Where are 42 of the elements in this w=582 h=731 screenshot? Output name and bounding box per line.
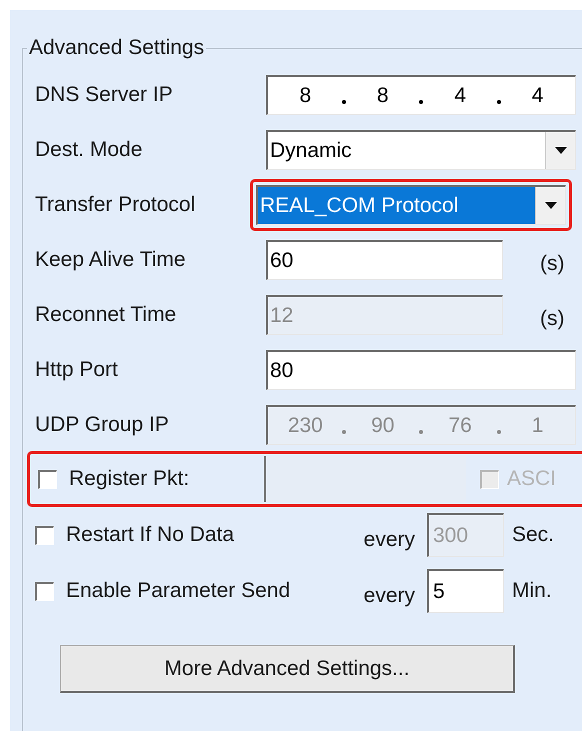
unit-label: Sec.	[512, 522, 554, 548]
option-label: Enable Parameter Send	[66, 578, 290, 604]
dropdown[interactable]: Dynamic	[266, 130, 576, 170]
field-label: DNS Server IP	[35, 82, 174, 108]
ip-octet: 4	[453, 82, 467, 109]
field-label: Reconnet Time	[35, 302, 178, 328]
text-field[interactable]: 80	[266, 350, 576, 390]
ip-octet: 230	[286, 412, 324, 439]
more-settings-button[interactable]: More Advanced Settings...	[60, 645, 515, 693]
option-label: Register Pkt:	[69, 466, 190, 492]
ip-octet: 4	[530, 82, 544, 109]
text-field[interactable]: 5	[427, 569, 504, 613]
every-label: every	[362, 583, 416, 610]
option-label: ASCI	[507, 466, 556, 492]
dot-separator-icon	[496, 430, 501, 434]
unit-label: (s)	[540, 251, 564, 278]
unit-label: (s)	[540, 306, 564, 332]
text-field[interactable]: 60	[266, 240, 503, 280]
field-label: Transfer Protocol	[35, 192, 196, 218]
dot-separator-icon	[342, 100, 346, 104]
unit-label: Min.	[512, 578, 552, 604]
checkbox[interactable]	[38, 470, 57, 488]
ip-octet: 8	[298, 82, 312, 109]
dropdown[interactable]: REAL_COM Protocol	[256, 185, 566, 225]
ip-octet: 76	[447, 412, 473, 439]
dot-separator-icon	[342, 430, 346, 434]
option-label: Restart If No Data	[66, 522, 234, 548]
ip-address-field[interactable]: 8 8 4 4	[266, 75, 576, 115]
dot-separator-icon	[496, 100, 501, 104]
field-label: UDP Group IP	[35, 412, 170, 438]
field-label: Keep Alive Time	[35, 247, 187, 274]
ip-octet: 1	[530, 412, 544, 439]
dropdown-value: Dynamic	[269, 138, 353, 164]
ip-octet: 90	[370, 412, 396, 439]
field-label: Dest. Mode	[35, 137, 144, 164]
ip-octet: 8	[376, 82, 390, 109]
checkbox[interactable]	[35, 582, 54, 600]
every-label: every	[362, 527, 416, 554]
dropdown-value: REAL_COM Protocol	[258, 187, 535, 224]
field-label: Http Port	[35, 357, 119, 384]
dot-separator-icon	[419, 430, 424, 434]
dot-separator-icon	[419, 100, 424, 104]
